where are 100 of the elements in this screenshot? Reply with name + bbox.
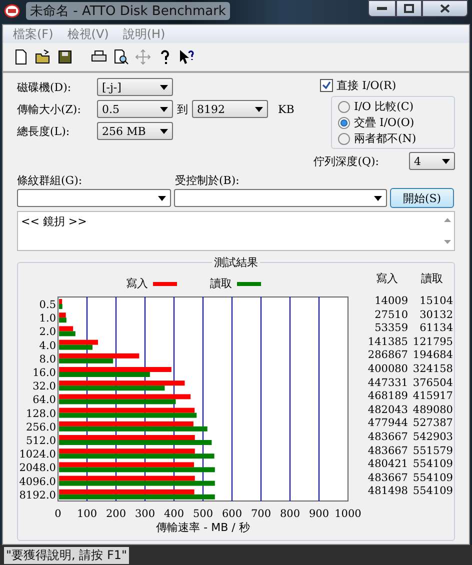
axis-label: 200 [106,508,126,520]
floppy-icon[interactable] [57,49,73,65]
axis-label: 300 [134,508,156,520]
column-header: 讀取 [420,271,444,287]
table-cell-text: 324158 [412,362,453,377]
table-cell-text: 554109 [412,472,453,486]
caret-icon [442,158,450,164]
caret-icon [374,196,382,200]
axis-label: 128.0 [26,408,56,420]
window-title: 未命名 - ATTO Disk Benchmark [26,2,230,20]
table-cell-text: 415917 [412,390,453,404]
table-cell-text: 477944 [366,417,408,431]
table-cell-text: 121795 [412,336,453,350]
table-cell-text: 286867 [366,349,408,363]
table-cell-text: 30132 [418,308,453,322]
axis-label: 16.0 [32,367,56,379]
axis-label: 600 [222,508,242,520]
minimize-button[interactable] [368,0,396,17]
axis-label: 8192.0 [19,489,56,502]
table-cell-text: 14009 [374,295,408,309]
axis-label: 900 [308,508,330,520]
table-cell-text: 483667 [366,472,408,486]
maximize-icon [404,4,414,13]
start-button[interactable]: 開始(S) [390,188,454,208]
pointer-question-icon[interactable] [179,49,195,65]
checkbox-label: 直接 I/O(R) [336,78,396,93]
axis-label: 1000 [334,508,362,520]
axis-label: 100 [76,508,98,520]
table-cell-text: 489080 [412,404,453,418]
table-cell-text: 15104 [418,295,453,309]
caret-icon [160,128,168,134]
radio-label: I/O 比較(C) [354,99,414,114]
axis-label: 700 [250,508,272,520]
axis-label: 1024.0 [19,448,56,461]
table-cell-text: 542903 [412,430,453,445]
table-cell-text: 141385 [366,336,408,350]
size-to-dropdown[interactable]: 8192 [192,100,268,118]
radio-button[interactable] [338,100,350,112]
field-label: 受控制於(B): [175,173,240,188]
page-icon[interactable] [13,49,29,65]
axis-label: 2048.0 [19,462,56,474]
axis-label: 500 [192,508,214,520]
close-icon [440,4,450,13]
menu-item[interactable]: 說明(H) [122,26,166,42]
menu-item[interactable]: 檔案(F) [13,26,54,42]
field-label: 條紋群組(G): [17,173,84,188]
table-cell-text: 53359 [374,322,408,336]
scroll-up-icon[interactable] [444,218,450,222]
length-dropdown[interactable]: 256 MB [97,122,173,140]
axis-label: 512.0 [26,435,56,447]
table-cell-text: 480421 [366,458,408,472]
legend-item: 讀取 [210,277,261,290]
axis-label: 2.0 [39,326,56,338]
axis-label: 8.0 [39,353,56,366]
table-cell-text: 61134 [418,322,453,336]
axis-label: 4096.0 [19,476,56,488]
table-cell-text: 527387 [412,417,453,431]
legend-item: 寫入 [126,277,177,290]
caret-icon [158,196,166,200]
stripe-group-dropdown[interactable] [17,189,171,207]
close-button[interactable] [422,0,468,17]
radio-button[interactable] [338,132,350,144]
field-label: 總長度(L): [17,124,71,138]
column-header: 寫入 [375,271,399,287]
axis-label: 800 [280,508,300,520]
table-cell-text: 554109 [412,458,453,472]
queue-depth-dropdown[interactable]: 4 [409,152,455,170]
axis-label: 400 [164,508,184,520]
table-cell-text: 400080 [366,362,408,377]
field-label: 磁碟機(D): [17,80,72,94]
drive-dropdown[interactable]: [-j-] [97,78,173,96]
checkbox[interactable] [320,79,333,92]
scroll-down-icon[interactable] [444,240,450,244]
maximize-button[interactable] [396,0,422,17]
table-cell-text: 551579 [412,444,453,458]
table-cell-text: 483667 [366,444,408,458]
radio-label: 兩者都不(N) [354,131,416,146]
legend-label: 寫入 [126,277,148,290]
caret-icon [255,106,263,112]
menu-item[interactable]: 檢視(V) [67,26,109,42]
table-cell-text: 482043 [366,404,408,418]
magnifier-page-icon[interactable] [113,49,129,65]
table-cell-text: 376504 [412,376,453,390]
range-separator: 到 [177,102,188,116]
axis-label: 64.0 [32,394,56,406]
table-cell-text: 27510 [374,308,408,322]
controller-dropdown[interactable] [174,189,387,207]
radio-button[interactable] [338,116,350,128]
size-from-dropdown[interactable]: 0.5 [97,100,173,118]
axis-label: 1.0 [39,312,56,325]
app-icon [4,4,20,18]
axis-label: 4.0 [39,340,56,352]
table-cell-text: 481498 [366,485,408,499]
unit-label: KB [278,102,294,116]
field-label: 傳輸大小(Z): [17,102,82,116]
folder-icon[interactable] [35,49,51,65]
panel-title: 測試結果 [212,255,260,270]
status-text: "要獲得說明, 請按 F1" [4,546,130,564]
minimize-icon [377,6,387,10]
legend-label: 讀取 [210,277,232,290]
